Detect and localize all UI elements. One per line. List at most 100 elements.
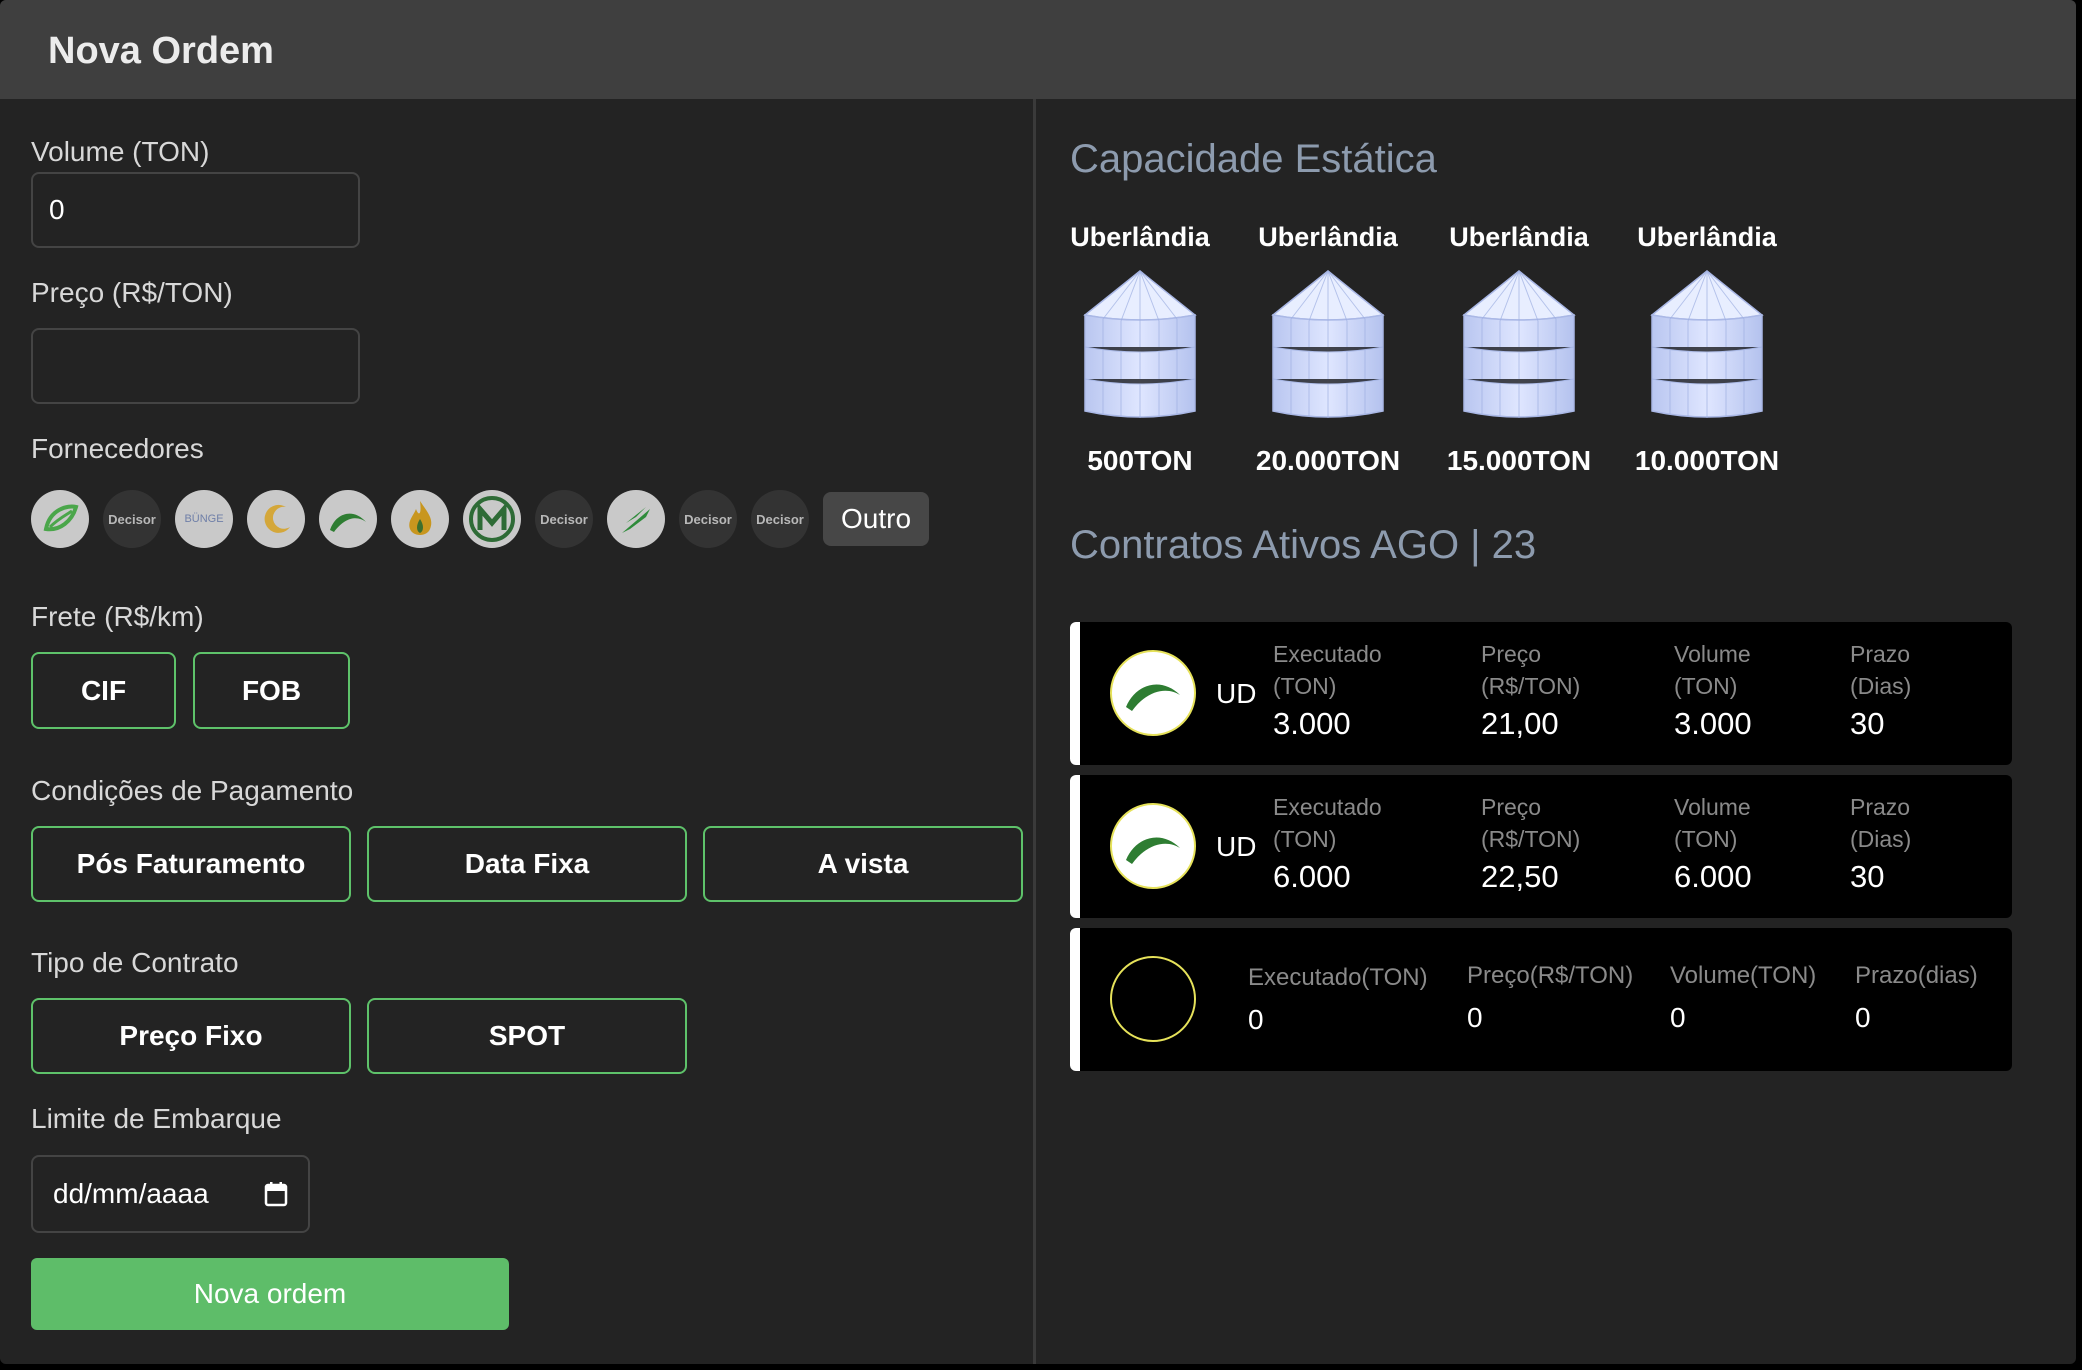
executado-value: 0 [1248,1004,1264,1035]
preco-col: Preço(R$/TON) 0 [1467,960,1633,1034]
supplier-code: UD [1216,831,1257,862]
calendar-icon[interactable] [264,1181,288,1207]
silo-icon [1083,270,1197,418]
card-accent-bar [1070,775,1080,918]
silo-city: Uberlândia [1449,222,1589,252]
volume-value: 3.000 [1674,706,1752,741]
preco-label: Preço (R$/TON) [31,277,233,308]
volume-label: Volume (TON) [1674,641,1751,699]
prazo-col: Prazo (Dias) 30 [1850,638,1940,742]
prazo-value: 0 [1855,1002,1871,1033]
silo-capacity: 15.000TON [1446,445,1592,476]
ud-leaf-logo-icon [1126,684,1180,711]
pagamento-data-fixa-button[interactable]: Data Fixa [367,826,687,902]
supplier-logo-placeholder [1110,956,1196,1042]
volume-col: Volume (TON) 6.000 [1674,791,1784,895]
prazo-label: Prazo(dias) [1855,962,1978,989]
frete-fob-button[interactable]: FOB [193,652,350,729]
preco-input[interactable] [31,328,360,404]
outro-supplier-button[interactable]: Outro [823,492,929,546]
contract-card[interactable]: UD Executado (TON) 6.000 Preço (R$/TON) … [1070,775,2012,918]
prazo-value: 30 [1850,706,1885,741]
executado-value: 3.000 [1273,706,1351,741]
supplier-logo-leaf[interactable] [31,490,89,548]
prazo-col: Prazo (Dias) 30 [1850,791,1940,895]
silo-icon [1650,270,1764,418]
flame-logo-icon [409,501,432,535]
supplier-code: UD [1216,678,1257,709]
executado-label: Executado(TON) [1248,964,1428,991]
executado-label: Executado (TON) [1273,794,1382,852]
page-title: Nova Ordem [48,30,274,72]
wing-logo-icon [622,507,650,533]
prazo-label: Prazo (Dias) [1850,794,1912,852]
silo-capacity: 20.000TON [1255,445,1401,476]
panel-divider [1033,99,1036,1364]
capacidade-title: Capacidade Estática [1070,137,1437,181]
supplier-logo-ud[interactable] [319,490,377,548]
ud-leaf-logo-icon [1126,837,1180,864]
executado-col: Executado(TON) 0 [1248,962,1428,1036]
supplier-logo-flame[interactable] [391,490,449,548]
supplier-logo-decisor[interactable]: Decisor [535,490,593,548]
ud-leaf-logo-icon [330,513,366,532]
date-placeholder: dd/mm/aaaa [53,1178,209,1209]
nova-ordem-submit-button[interactable]: Nova ordem [31,1258,509,1330]
m-logo-icon [469,496,515,542]
pagamento-pos-faturamento-button[interactable]: Pós Faturamento [31,826,351,902]
header-bar: Nova Ordem [0,0,2076,99]
pagamento-label: Condições de Pagamento [31,775,354,806]
supplier-logo-text: Decisor [684,511,732,527]
supplier-logo-text: Decisor [756,511,804,527]
preco-label: Preço(R$/TON) [1467,962,1634,989]
silo-card: Uberlândia 10.000TON [1632,222,1782,477]
fornecedores-label: Fornecedores [31,433,204,464]
volume-col: Volume (TON) 3.000 [1674,638,1784,742]
supplier-logo-text: Decisor [540,511,588,527]
contrato-spot-button[interactable]: SPOT [367,998,687,1074]
contrato-label: Tipo de Contrato [31,947,239,978]
crescent-logo-icon [264,504,290,533]
preco-col: Preço (R$/TON) 21,00 [1481,638,1611,742]
supplier-logo-m[interactable] [463,490,521,548]
supplier-logo [1110,650,1196,736]
volume-label: Volume (TON) [1674,794,1751,852]
embarque-date-input[interactable]: dd/mm/aaaa [31,1155,310,1233]
contract-card[interactable]: UD Executado (TON) 3.000 Preço (R$/TON) … [1070,622,2012,765]
frete-cif-button[interactable]: CIF [31,652,176,729]
pagamento-a-vista-button[interactable]: A vista [703,826,1023,902]
leaf-logo-icon [43,504,79,532]
app-window: Nova Ordem Volume (TON) Preço (R$/TON) F… [0,0,2076,1364]
supplier-logo-decisor[interactable]: Decisor [751,490,809,548]
volume-col: Volume(TON) 0 [1670,960,1816,1034]
prazo-value: 30 [1850,859,1885,894]
silo-city: Uberlândia [1637,222,1777,252]
frete-label: Frete (R$/km) [31,601,204,632]
silo-icon [1271,270,1385,418]
supplier-logo-text: BÜNGE [184,513,224,525]
silo-card: Uberlândia 500TON [1065,222,1215,477]
silo-city: Uberlândia [1070,222,1210,252]
volume-label: Volume (TON) [31,136,210,167]
contratos-title: Contratos Ativos AGO | 23 [1070,523,1537,567]
silo-city: Uberlândia [1258,222,1398,252]
volume-value: 6.000 [1674,859,1752,894]
executado-col: Executado (TON) 3.000 [1273,638,1433,742]
supplier-logo-wing[interactable] [607,490,665,548]
supplier-logo-decisor[interactable]: Decisor [679,490,737,548]
contract-card-empty[interactable]: Executado(TON) 0 Preço(R$/TON) 0 Volume(… [1070,928,2012,1071]
supplier-logo-text: Decisor [108,511,156,527]
silo-icon [1462,270,1576,418]
prazo-col: Prazo(dias) 0 [1855,960,1978,1034]
preco-value: 0 [1467,1002,1483,1033]
supplier-logo-decisor[interactable]: Decisor [103,490,161,548]
contrato-preco-fixo-button[interactable]: Preço Fixo [31,998,351,1074]
supplier-logo-bunge[interactable]: BÜNGE [175,490,233,548]
preco-label: Preço (R$/TON) [1481,794,1581,852]
silo-capacity: 10.000TON [1634,445,1780,476]
volume-input[interactable] [31,172,360,248]
prazo-label: Prazo (Dias) [1850,641,1912,699]
supplier-logo-crescent[interactable] [247,490,305,548]
preco-value: 22,50 [1481,859,1559,894]
embarque-label: Limite de Embarque [31,1103,282,1134]
